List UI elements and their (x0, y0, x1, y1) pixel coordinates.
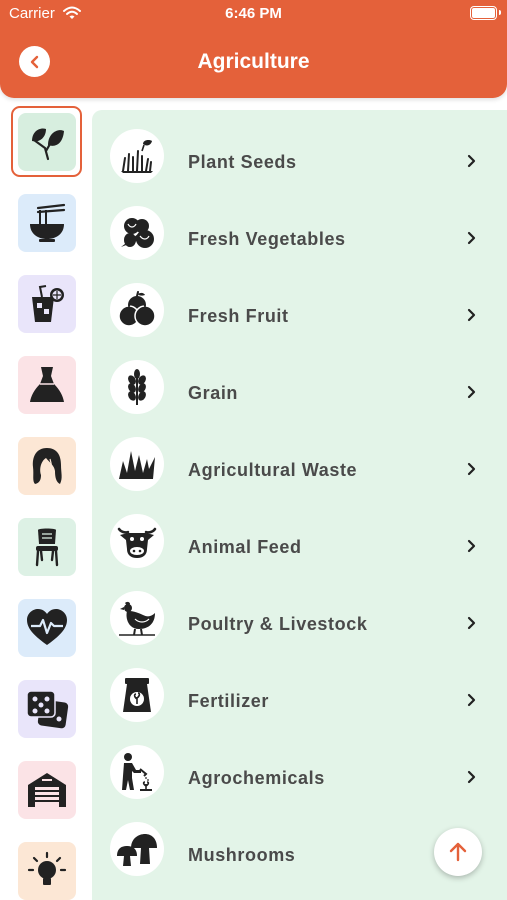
sidebar-item-food[interactable] (11, 187, 82, 258)
category-tile (17, 841, 76, 900)
list-item-icon-circle (110, 437, 164, 491)
sidebar-item-warehouse[interactable] (11, 754, 82, 825)
chevron-right-icon (467, 693, 476, 707)
chevron-right-icon (467, 308, 476, 322)
pillows-icon (25, 689, 68, 728)
list-item-label: Grain (188, 383, 239, 403)
header-bar: Carrier 6:46 PM Agriculture (0, 0, 507, 98)
chevron-right-icon (467, 154, 476, 168)
drink-icon (31, 284, 64, 322)
list-item-animal-feed[interactable]: Animal Feed (92, 502, 507, 579)
list-item-label: Plant Seeds (188, 152, 297, 172)
heart-pulse-icon (26, 608, 67, 645)
vegetables-icon (121, 218, 154, 248)
grass-icon (119, 451, 155, 479)
sidebar-item-health[interactable] (11, 592, 82, 663)
list-item-grain[interactable]: Grain (92, 348, 507, 425)
list-item-agrochemicals[interactable]: Agrochemicals (92, 733, 507, 810)
scroll-to-top-button[interactable] (434, 828, 482, 876)
list-item-label: Agricultural Waste (188, 460, 358, 480)
list-item-fresh-fruit[interactable]: Fresh Fruit (92, 271, 507, 348)
fruit-icon (118, 291, 156, 327)
category-tile (17, 193, 76, 252)
list-item-icon-circle (110, 745, 164, 799)
sidebar-item-home-textiles[interactable] (11, 673, 82, 744)
chevron-right-icon (467, 462, 476, 476)
fertilizer-bag-icon (123, 678, 151, 712)
clock: 6:46 PM (225, 5, 282, 22)
list-item-poultry-livestock[interactable]: Poultry & Livestock (92, 579, 507, 656)
list-item-fresh-vegetables[interactable]: Fresh Vegetables (92, 194, 507, 271)
sidebar-item-beauty[interactable] (11, 430, 82, 501)
list-item-label: Fertilizer (188, 691, 270, 711)
page-title: Agriculture (197, 50, 310, 73)
sidebar-item-agriculture[interactable] (11, 106, 82, 177)
list-item-label: Agrochemicals (188, 768, 325, 788)
list-item-label: Animal Feed (188, 537, 302, 557)
subcategory-list: Plant Seeds Fresh Vegetables Fresh Fruit… (92, 110, 507, 900)
noodle-bowl-icon (29, 203, 65, 242)
category-tile (17, 598, 76, 657)
list-item-icon-circle (110, 668, 164, 722)
chevron-right-icon (467, 770, 476, 784)
warehouse-icon (27, 772, 66, 807)
category-tile (17, 436, 76, 495)
list-item-fertilizer[interactable]: Fertilizer (92, 656, 507, 733)
chevron-right-icon (467, 231, 476, 245)
status-bar: Carrier 6:46 PM (0, 0, 507, 28)
sidebar-item-lighting[interactable] (11, 835, 82, 900)
chevron-right-icon (467, 616, 476, 630)
list-item-icon-circle (110, 360, 164, 414)
list-item-icon-circle (110, 283, 164, 337)
mushroom-icon (117, 834, 157, 866)
list-item-label: Fresh Vegetables (188, 229, 346, 249)
category-tile (17, 274, 76, 333)
list-item-icon-circle (110, 129, 164, 183)
list-item-icon-circle (110, 514, 164, 568)
chevron-right-icon (467, 385, 476, 399)
gardener-icon (122, 753, 152, 791)
battery-icon (470, 6, 501, 20)
chair-icon (35, 528, 58, 566)
category-tile (17, 517, 76, 576)
category-tile (17, 679, 76, 738)
list-item-label: Mushrooms (188, 845, 296, 865)
list-item-label: Fresh Fruit (188, 306, 289, 326)
sidebar-item-clothing[interactable] (11, 349, 82, 420)
list-item-icon-circle (110, 822, 164, 876)
sidebar-item-furniture[interactable] (11, 511, 82, 582)
hair-icon (32, 447, 62, 484)
list-item-icon-circle (110, 206, 164, 260)
cow-icon (117, 527, 157, 558)
chevron-right-icon (467, 539, 476, 553)
list-item-icon-circle (110, 591, 164, 645)
list-item-agricultural-waste[interactable]: Agricultural Waste (92, 425, 507, 502)
seedling-icon (121, 140, 153, 173)
category-sidebar (0, 98, 92, 900)
app-screen: Carrier 6:46 PM Agriculture Plant Seeds … (0, 0, 507, 900)
sidebar-item-drinks[interactable] (11, 268, 82, 339)
category-tile (17, 760, 76, 819)
dress-icon (29, 366, 64, 402)
arrow-up-icon (449, 842, 467, 862)
chicken-icon (119, 601, 155, 636)
list-item-label: Poultry & Livestock (188, 614, 368, 634)
list-item-plant-seeds[interactable]: Plant Seeds (92, 117, 507, 194)
category-tile (17, 112, 76, 171)
category-tile (17, 355, 76, 414)
leaf-icon (31, 128, 64, 160)
lightbulb-icon (27, 851, 66, 885)
wheat-icon (128, 369, 146, 405)
